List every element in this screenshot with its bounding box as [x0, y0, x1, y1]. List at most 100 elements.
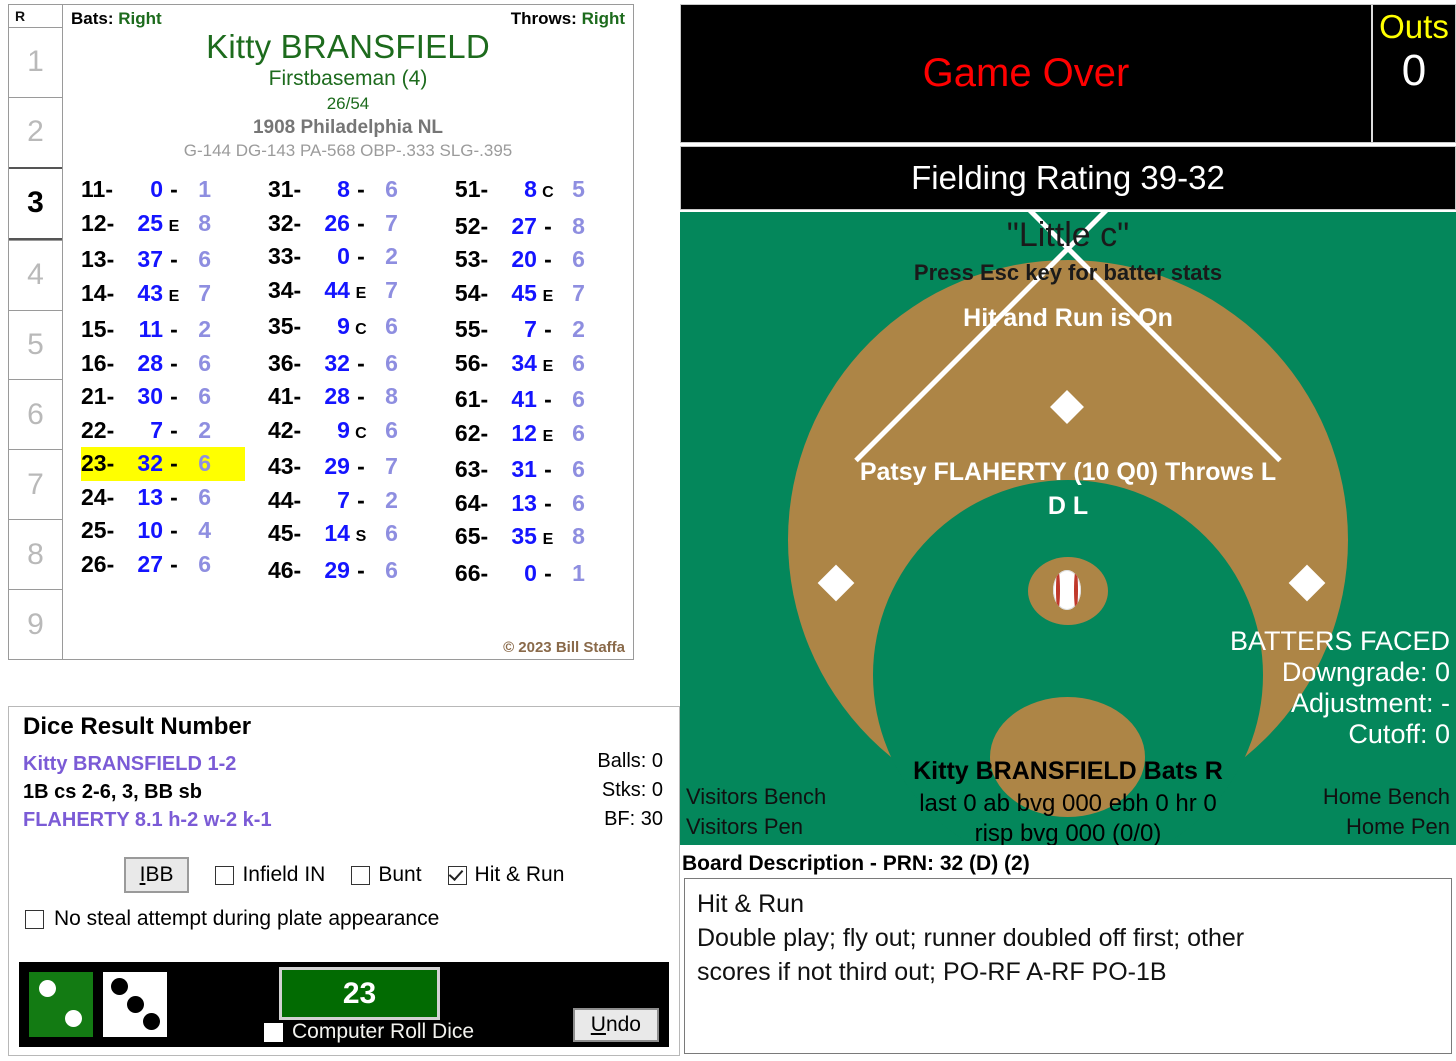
dice-roll-key: 23- — [81, 450, 115, 476]
dice-roll-key: 33- — [267, 243, 302, 269]
hit-and-run-status: Hit and Run is On — [963, 304, 1173, 332]
hit-and-run-checkbox[interactable]: Hit & Run — [447, 863, 564, 887]
field-title: "Little c" — [1006, 216, 1130, 254]
visitors-pen-link[interactable]: Visitors Pen — [686, 812, 826, 842]
dice-roll-value: 45 — [511, 279, 537, 306]
dice-roll-value: 7 — [150, 416, 163, 443]
copyright-text: © 2023 Bill Staffa — [503, 639, 625, 656]
dice-roll-rating: 2 — [198, 316, 211, 342]
board-description-title: Board Description - PRN: 32 (D) (2) — [682, 852, 1030, 875]
undo-label-rest: ndo — [605, 1013, 641, 1036]
bats-group: Bats: Right — [71, 9, 162, 29]
dice-roll-mark: - — [357, 349, 365, 376]
dice-roll-value: 0 — [150, 176, 163, 202]
dice-roll-rating: 1 — [572, 559, 585, 586]
dice-roll-key: 51- — [454, 176, 489, 202]
checkbox-box[interactable] — [215, 865, 235, 885]
inning-cell-4[interactable]: 4 — [9, 239, 62, 310]
inning-cell-8[interactable]: 8 — [9, 519, 62, 589]
checkbox-box[interactable] — [447, 865, 467, 885]
count-readout: Balls: 0 Stks: 0 BF: 30 — [597, 747, 663, 834]
throws-group: Throws: Right — [511, 9, 625, 29]
infield-in-checkbox[interactable]: Infield IN — [215, 863, 325, 887]
dice-roll-rating: 6 — [385, 176, 398, 202]
bats-value: Right — [118, 9, 162, 28]
dice-panel-result-line: 1B cs 2-6, 3, BB sb — [23, 781, 202, 803]
dice-roll-mark: S — [355, 528, 367, 545]
inning-cell-3[interactable]: 3 — [9, 166, 62, 240]
home-pen-link[interactable]: Home Pen — [1323, 812, 1450, 842]
dice-roll-key: 42- — [267, 416, 302, 443]
throws-label: Throws: — [510, 9, 577, 28]
dice-result-row: 53- 20-6 — [455, 243, 619, 277]
dice-roll-mark: E — [355, 284, 367, 302]
dice-result-row: 51- 8 C 5 — [455, 173, 619, 210]
inning-column[interactable]: R 123456789 — [8, 4, 62, 660]
dice-roll-mark: - — [544, 386, 552, 412]
checkbox-box[interactable] — [351, 865, 371, 885]
dice-roll-mark: - — [544, 316, 552, 342]
dice-roll-value: 41 — [511, 386, 537, 412]
home-links[interactable]: Home Bench Home Pen — [1323, 782, 1450, 842]
dice-roll-rating: 8 — [198, 209, 211, 236]
dice-roll-key: 26- — [81, 550, 115, 577]
baseball-field[interactable]: "Little c" Press Esc key for batter stat… — [680, 212, 1456, 845]
dice-roll-rating: 2 — [198, 416, 211, 443]
dice-result-row: 11- 0-1 — [81, 173, 245, 207]
inning-cell-7[interactable]: 7 — [9, 449, 62, 519]
inning-cell-1[interactable]: 1 — [9, 27, 62, 97]
checkbox-box[interactable] — [264, 1022, 283, 1042]
dice-result-row: 32- 26-7 — [268, 207, 432, 241]
dice-roll-value: 13 — [137, 483, 163, 510]
balls-count: Balls: 0 — [597, 750, 663, 772]
ibb-button[interactable]: IBB — [123, 857, 190, 893]
bunt-label: Bunt — [378, 863, 422, 886]
white-die[interactable] — [103, 972, 167, 1037]
checkbox-box[interactable] — [25, 909, 44, 929]
scoreboard: Game Over Outs 0 — [680, 4, 1456, 143]
no-steal-checkbox[interactable]: No steal attempt during plate appearance — [25, 907, 439, 931]
board-description-line-3: scores if not third out; PO-RF A-RF PO-1… — [697, 958, 1167, 986]
computer-roll-dice-checkbox[interactable]: Computer Roll Dice — [264, 1020, 474, 1044]
inning-cell-9[interactable]: 9 — [9, 589, 62, 659]
batter-name: Kitty BRANSFIELD — [206, 28, 490, 65]
dice-roll-key: 53- — [454, 246, 489, 272]
inning-header: R — [15, 8, 26, 24]
dice-result-row: 14- 43 E 7 — [81, 277, 245, 314]
dice-roll-mark: - — [170, 517, 178, 543]
undo-button[interactable]: Undo — [572, 1008, 659, 1042]
dice-result-row: 65- 35 E 8 — [455, 520, 619, 557]
dice-result-row: 62- 12 E 6 — [455, 417, 619, 454]
dice-roll-rating: 6 — [198, 550, 211, 577]
dice-result-row: 55- 7-2 — [455, 313, 619, 347]
visitors-links[interactable]: Visitors Bench Visitors Pen — [686, 782, 826, 842]
bats-throws-row: Bats: Right Throws: Right — [71, 9, 625, 29]
dice-panel-batter-line: Kitty BRANSFIELD 1-2 — [23, 753, 237, 775]
dice-roll-key: 12- — [81, 209, 115, 236]
dice-roll-key: 21- — [81, 383, 115, 409]
inning-cell-6[interactable]: 6 — [9, 379, 62, 449]
green-die[interactable] — [29, 972, 93, 1037]
dice-roll-key: 22- — [81, 416, 115, 443]
dice-roll-key: 32- — [267, 209, 302, 236]
dice-roll-value: 7 — [337, 486, 350, 513]
dice-result-row: 15- 11-2 — [81, 313, 245, 347]
visitors-bench-link[interactable]: Visitors Bench — [686, 782, 826, 812]
die-pip — [142, 1012, 160, 1030]
outs-value: 0 — [1401, 46, 1427, 95]
dice-result-row: 26- 27-6 — [81, 548, 245, 582]
app-window: R 123456789 Bats: Right Throws: Right Ki… — [0, 0, 1456, 1061]
cutoff-value: Cutoff: 0 — [1348, 719, 1450, 749]
dice-result-panel: Dice Result Number Kitty BRANSFIELD 1-2 … — [8, 706, 680, 1056]
throws-value: Right — [581, 9, 625, 28]
dice-result-row: 34- 44 E 7 — [268, 274, 432, 311]
dice-roll-mark: - — [357, 453, 365, 479]
dice-roll-value: 31 — [511, 456, 537, 482]
inning-cell-2[interactable]: 2 — [9, 96, 62, 167]
bunt-checkbox[interactable]: Bunt — [351, 863, 422, 887]
field-hint: Press Esc key for batter stats — [913, 260, 1223, 285]
inning-cell-5[interactable]: 5 — [9, 309, 62, 380]
dice-result-row: 45- 14 S 6 — [268, 517, 432, 554]
dice-roll-key: 34- — [267, 276, 302, 303]
home-bench-link[interactable]: Home Bench — [1323, 782, 1450, 812]
